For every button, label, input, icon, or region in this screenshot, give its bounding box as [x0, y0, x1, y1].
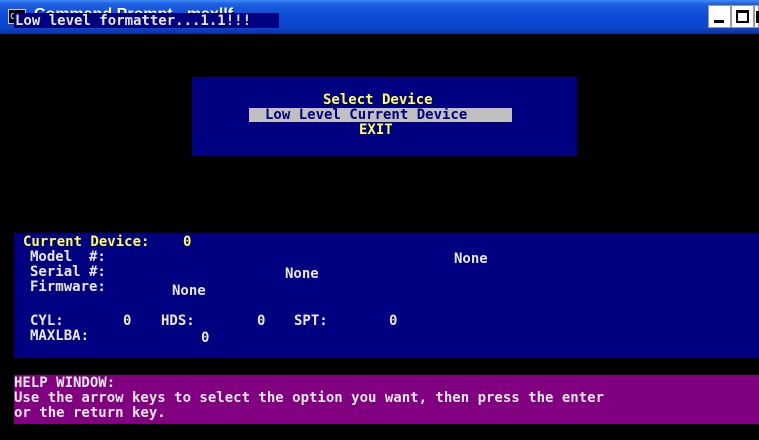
- device-info-panel: [14, 233, 759, 358]
- cyl-value: 0: [123, 313, 132, 329]
- spt-label: SPT:: [294, 313, 328, 329]
- serial-label: Serial #:: [30, 264, 106, 280]
- hds-label: HDS:: [161, 313, 195, 329]
- model-value: None: [454, 251, 488, 267]
- maximize-icon[interactable]: [731, 5, 754, 28]
- maxlba-label: MAXLBA:: [30, 328, 90, 344]
- menu-item-exit[interactable]: EXIT: [359, 123, 393, 137]
- help-line-2: or the return key.: [14, 405, 166, 421]
- spt-value: 0: [389, 313, 398, 329]
- minimize-icon[interactable]: [708, 5, 731, 28]
- hds-value: 0: [257, 313, 266, 329]
- help-title: HELP WINDOW:: [14, 375, 116, 391]
- program-heading: Low level formatter...1.1!!!: [15, 13, 252, 29]
- model-label: Model #:: [30, 249, 106, 265]
- firmware-value: None: [172, 283, 206, 299]
- menu-item-label-selected[interactable]: Low Level Current Device: [265, 108, 467, 122]
- cyl-label: CYL:: [30, 313, 64, 329]
- serial-value: None: [285, 266, 319, 282]
- help-line-1: Use the arrow keys to select the option …: [14, 390, 605, 406]
- menu-title: Select Device: [323, 92, 433, 108]
- close-icon[interactable]: [754, 5, 759, 28]
- current-device-value: 0: [183, 234, 192, 250]
- firmware-label: Firmware:: [30, 279, 106, 295]
- current-device-label: Current Device:: [23, 234, 150, 250]
- maxlba-value: 0: [201, 330, 210, 346]
